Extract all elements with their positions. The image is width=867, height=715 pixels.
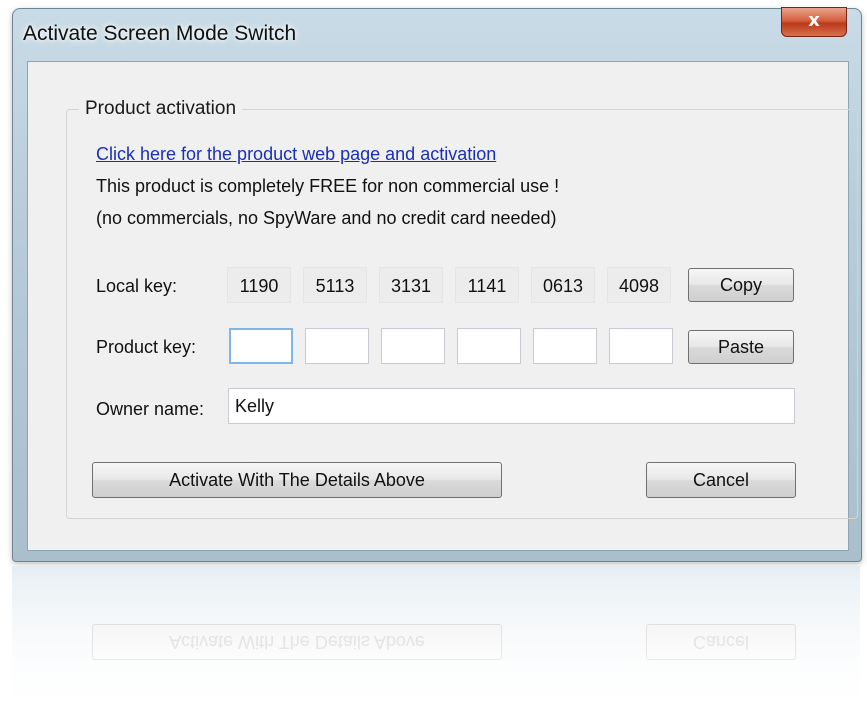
copy-button[interactable]: Copy: [688, 268, 794, 302]
cancel-button[interactable]: Cancel: [646, 462, 796, 498]
product-key-part-3[interactable]: [381, 328, 445, 364]
close-icon: x: [808, 10, 820, 31]
window-title: Activate Screen Mode Switch: [23, 22, 297, 45]
local-key-part-2: 5113: [303, 267, 367, 303]
info-no-commercials-text: (no commercials, no SpyWare and no credi…: [96, 208, 557, 228]
local-key-part-5: 0613: [531, 267, 595, 303]
info-free-text: This product is completely FREE for non …: [96, 176, 560, 196]
local-key-part-6: 4098: [607, 267, 671, 303]
product-key-part-1[interactable]: [229, 328, 293, 364]
product-key-part-4[interactable]: [457, 328, 521, 364]
close-button[interactable]: x: [781, 7, 847, 37]
owner-name-input[interactable]: Kelly: [228, 388, 795, 424]
window-reflection: Activate With The Details Above Cancel: [12, 566, 860, 715]
product-key-part-2[interactable]: [305, 328, 369, 364]
product-key-part-6[interactable]: [609, 328, 673, 364]
title-bar[interactable]: Activate Screen Mode Switch x: [13, 7, 861, 59]
paste-button[interactable]: Paste: [688, 330, 794, 364]
local-key-part-1: 1190: [227, 267, 291, 303]
reflection-fade: [12, 566, 860, 715]
local-key-label: Local key:: [96, 276, 178, 296]
product-key-part-5[interactable]: [533, 328, 597, 364]
dialog-client-area: Product activation Click here for the pr…: [27, 61, 858, 551]
local-key-part-4: 1141: [455, 267, 519, 303]
group-legend: Product activation: [79, 98, 243, 120]
owner-name-label: Owner name:: [96, 399, 205, 419]
product-web-page-link[interactable]: Click here for the product web page and …: [96, 144, 496, 165]
local-key-part-3: 3131: [379, 267, 443, 303]
activation-dialog: Activate Screen Mode Switch x Product ac…: [12, 7, 862, 562]
product-activation-group: [66, 109, 858, 519]
activate-button[interactable]: Activate With The Details Above: [92, 462, 502, 498]
product-key-label: Product key:: [96, 337, 197, 357]
